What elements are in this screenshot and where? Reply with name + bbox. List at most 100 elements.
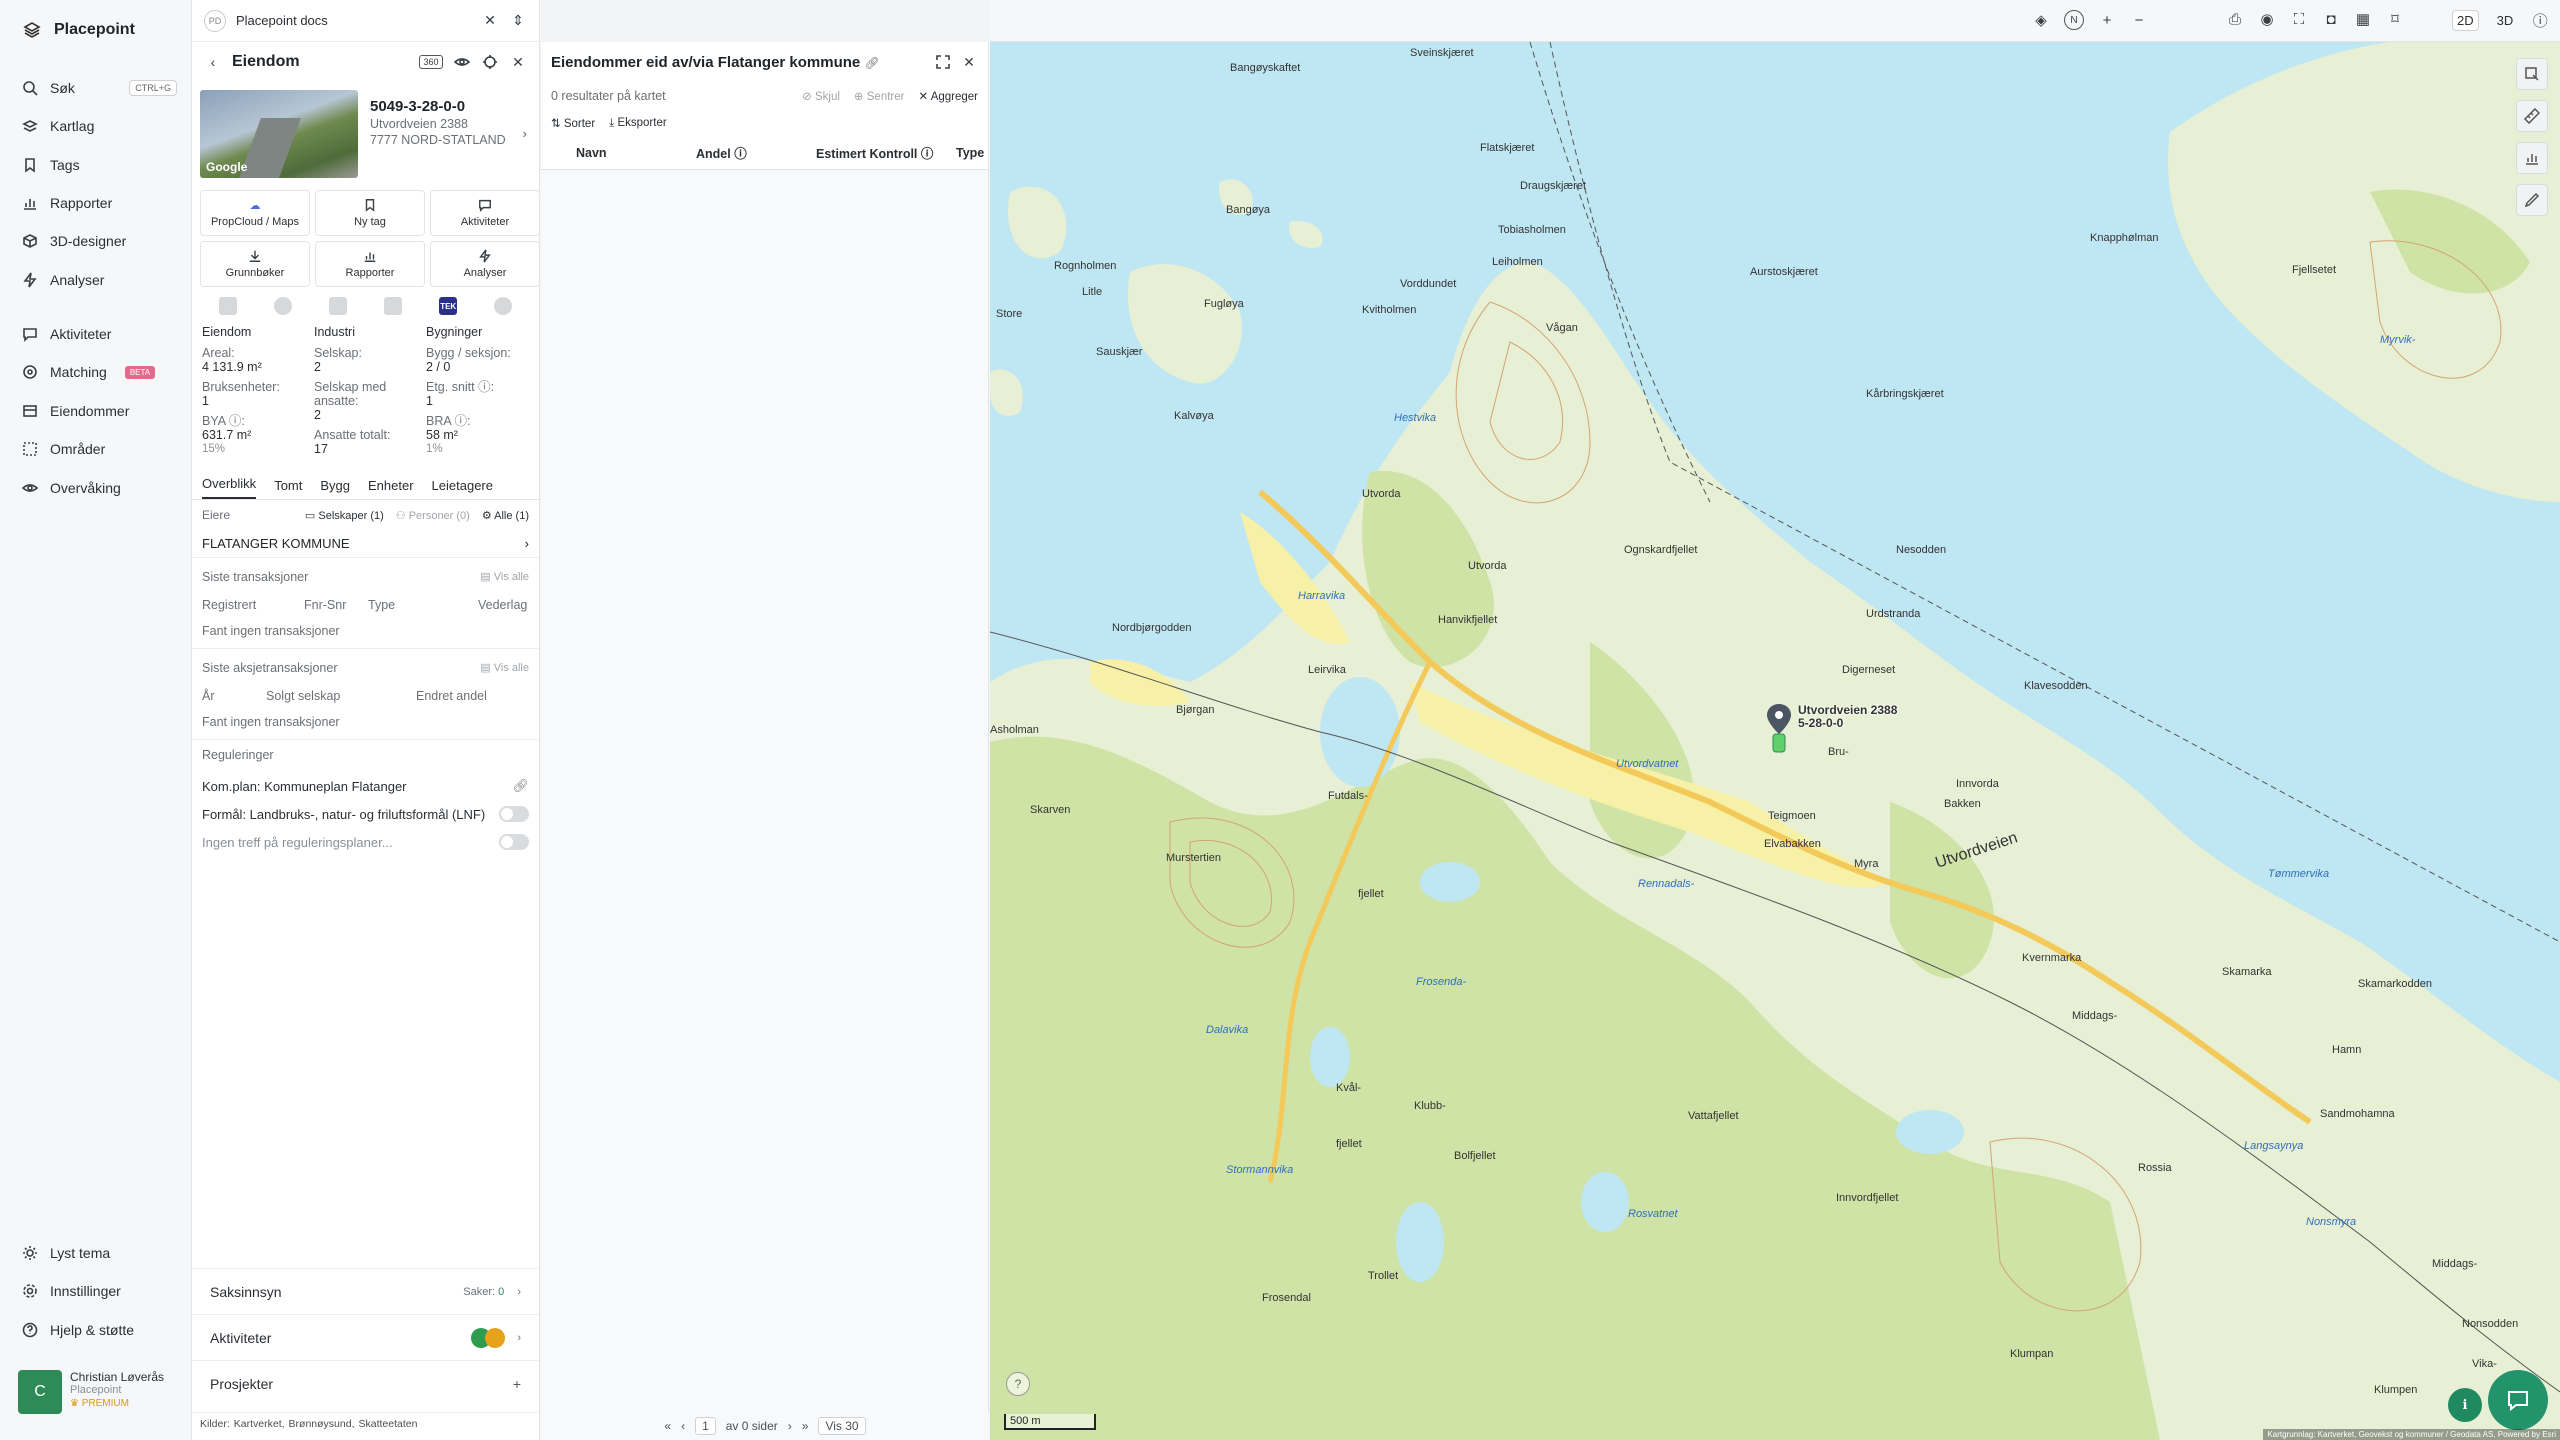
nav-item-activities[interactable]: Aktiviteter — [22, 322, 177, 346]
map-select-tool[interactable] — [2516, 58, 2548, 90]
sort-button[interactable]: ⇅ Sorter — [551, 116, 595, 130]
nav-item-matching[interactable]: Matching BETA — [22, 360, 177, 384]
source-icon-6[interactable] — [494, 297, 513, 315]
location-pin-icon[interactable] — [1764, 702, 1794, 754]
camera-icon[interactable]: ◘ — [2322, 10, 2340, 28]
plans-toggle[interactable] — [499, 834, 529, 850]
source-link[interactable]: Skatteetaten — [359, 1418, 418, 1430]
last-page-button[interactable]: » — [802, 1419, 809, 1433]
filter-persons[interactable]: ⚇ Personer (0) — [396, 509, 470, 522]
expand-icon[interactable] — [934, 53, 952, 71]
source-link[interactable]: Brønnøysund, — [289, 1418, 355, 1430]
land-registry-button[interactable]: Grunnbøker — [200, 241, 310, 287]
crosshair-icon[interactable] — [481, 53, 499, 71]
analyses-button[interactable]: Analyser — [430, 241, 540, 287]
mode-3d-button[interactable]: 3D — [2493, 11, 2518, 30]
bookmark-icon[interactable]: ⌑ — [2386, 10, 2404, 28]
nav-item-help[interactable]: Hjelp & støtte — [22, 1318, 177, 1342]
nav-item-tags[interactable]: Tags — [22, 153, 177, 177]
purpose-toggle[interactable] — [499, 806, 529, 822]
column-header-control[interactable]: Estimert Kontroll ⓘ — [816, 143, 956, 162]
layer-stack-icon[interactable]: ◈ — [2032, 11, 2050, 29]
tek-icon[interactable]: TEK — [439, 297, 458, 315]
new-tag-button[interactable]: Ny tag — [315, 190, 425, 236]
next-page-button[interactable]: › — [788, 1419, 792, 1433]
nav-item-layers[interactable]: Kartlag — [22, 114, 177, 138]
user-profile[interactable]: C Christian Løverås Placepoint ♛ PREMIUM — [18, 1370, 164, 1414]
per-page-select[interactable]: Vis 30 — [818, 1417, 866, 1435]
info-button[interactable]: i — [2448, 1388, 2482, 1422]
info-icon[interactable]: ⓘ — [2531, 12, 2549, 30]
tab-tenants[interactable]: Leietagere — [432, 478, 493, 499]
plus-icon[interactable]: + — [513, 1376, 521, 1392]
link-icon[interactable]: 🔗︎ — [864, 56, 879, 70]
back-arrow-icon[interactable]: ‹ — [204, 53, 222, 71]
map-canvas[interactable]: Bangøyskaftet Sveinskjæret Flatskjæret D… — [990, 42, 2560, 1440]
fullscreen-icon[interactable]: ⛶ — [2290, 10, 2308, 28]
tab-units[interactable]: Enheter — [368, 478, 414, 499]
eye-icon[interactable] — [453, 53, 471, 71]
nav-item-reports[interactable]: Rapporter — [22, 191, 177, 215]
view-all-link[interactable]: ▤ Vis alle — [480, 570, 529, 584]
source-icon-3[interactable] — [328, 297, 347, 315]
link-icon[interactable]: 🔗︎ — [512, 778, 529, 794]
zoom-out-icon[interactable]: − — [2130, 11, 2148, 29]
zoom-in-icon[interactable]: + — [2098, 11, 2116, 29]
eye-icon[interactable]: ◉ — [2258, 10, 2276, 28]
tab-buildings[interactable]: Bygg — [320, 478, 350, 499]
mode-2d-button[interactable]: 2D — [2452, 10, 2479, 31]
propcloud-button[interactable]: ☁ PropCloud / Maps — [200, 190, 310, 236]
chevron-up-down-icon[interactable]: ⇕ — [509, 12, 527, 30]
property-summary[interactable]: Google 5049-3-28-0-0 Utvordveien 2388 77… — [192, 82, 539, 186]
first-page-button[interactable]: « — [664, 1419, 671, 1433]
column-header-name[interactable]: Navn — [576, 146, 696, 160]
map-measure-tool[interactable] — [2516, 100, 2548, 132]
case-access-row[interactable]: Saksinnsyn Saker: 0 › — [192, 1268, 539, 1314]
360-view-icon[interactable]: 360 — [419, 55, 443, 69]
regulation-plan-row[interactable]: Kom.plan: Kommuneplan Flatanger 🔗︎ — [202, 772, 529, 800]
nav-item-monitoring[interactable]: Overvåking — [22, 476, 177, 500]
north-arrow-icon[interactable]: N — [2064, 10, 2084, 30]
close-icon[interactable]: ✕ — [481, 12, 499, 30]
column-header-type[interactable]: Type — [956, 146, 984, 160]
filter-all[interactable]: ⚙ Alle (1) — [482, 509, 529, 522]
activities-button[interactable]: Aktiviteter — [430, 190, 540, 236]
view-all-link[interactable]: ▤ Vis alle — [480, 661, 529, 675]
docs-title[interactable]: Placepoint docs — [236, 13, 471, 28]
activities-row[interactable]: Aktiviteter › — [192, 1314, 539, 1360]
hide-button[interactable]: ⊘ Skjul — [802, 89, 840, 103]
nav-item-settings[interactable]: Innstillinger — [22, 1279, 177, 1303]
tab-overview[interactable]: Overblikk — [202, 476, 257, 499]
tab-plot[interactable]: Tomt — [274, 478, 302, 499]
source-icon-4[interactable] — [384, 297, 403, 315]
map-chart-tool[interactable] — [2516, 142, 2548, 174]
owner-row[interactable]: FLATANGER KOMMUNE › — [192, 530, 539, 558]
projects-row[interactable]: Prosjekter + — [192, 1360, 539, 1406]
close-icon[interactable]: ✕ — [960, 53, 978, 71]
reports-button[interactable]: Rapporter — [315, 241, 425, 287]
map-help-button[interactable]: ? — [1006, 1372, 1030, 1396]
filter-companies[interactable]: ▭ Selskaper (1) — [305, 509, 384, 522]
nav-item-properties[interactable]: Eiendommer — [22, 399, 177, 423]
nav-item-light-theme[interactable]: Lyst tema — [22, 1241, 177, 1265]
source-icon-2[interactable] — [273, 297, 292, 315]
close-icon[interactable]: ✕ — [509, 53, 527, 71]
brand[interactable]: Placepoint — [22, 20, 135, 40]
nav-item-analyses[interactable]: Analyser — [22, 268, 177, 292]
center-button[interactable]: ⊕ Sentrer — [854, 89, 905, 103]
prev-page-button[interactable]: ‹ — [681, 1419, 685, 1433]
source-link[interactable]: Kartverket, — [234, 1418, 285, 1430]
nav-item-3d-designer[interactable]: 3D-designer — [22, 229, 177, 253]
grid-icon[interactable]: ▦ — [2354, 10, 2372, 28]
chevron-right-icon[interactable]: › — [523, 126, 527, 141]
map-draw-tool[interactable] — [2516, 184, 2548, 216]
street-view-thumbnail[interactable]: Google — [200, 90, 358, 178]
chat-button[interactable] — [2488, 1370, 2548, 1430]
export-button[interactable]: ⤓ Eksporter — [609, 117, 667, 130]
aggregate-button[interactable]: ✕ Aggreger — [918, 89, 978, 103]
source-icon-1[interactable] — [218, 297, 237, 315]
nav-item-areas[interactable]: Områder — [22, 437, 177, 461]
page-input[interactable]: 1 — [695, 1417, 716, 1435]
column-header-share[interactable]: Andel ⓘ — [696, 143, 816, 162]
print-icon[interactable]: ⎙ — [2226, 10, 2244, 28]
